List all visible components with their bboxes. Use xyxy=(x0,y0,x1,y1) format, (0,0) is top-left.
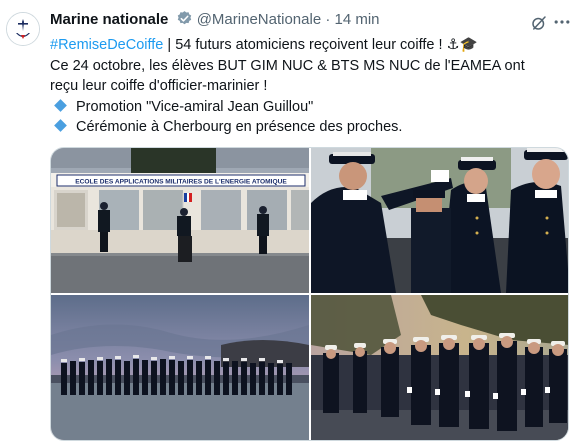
media-grid: ECOLE DES APPLICATIONS MILITAIRES DE L'E… xyxy=(50,147,569,441)
photo-officer-cadets[interactable] xyxy=(311,148,568,293)
tweet-line-1-text: | 54 futurs atomiciens reçoivent leur co… xyxy=(163,37,447,53)
tweet-line-3: reçu leur coiffe d'officier-marinier ! xyxy=(50,78,268,94)
timestamp[interactable]: 14 min xyxy=(335,11,380,28)
tweet-bullet-2: Cérémonie à Cherbourg en présence des pr… xyxy=(50,117,575,138)
tweet-header: Marine nationale @MarineNationale · 14 m… xyxy=(50,10,572,32)
bullet-1-text: Promotion "Vice-amiral Jean Guillou" xyxy=(76,98,314,115)
bullet-2-text: Cérémonie à Cherbourg en présence des pr… xyxy=(76,119,403,135)
tweet-text: #RemiseDeCoiffe | 54 futurs atomiciens r… xyxy=(50,35,575,138)
author-handle[interactable]: @MarineNationale xyxy=(197,11,321,28)
verified-badge-icon xyxy=(176,10,193,31)
photo-school-building[interactable]: ECOLE DES APPLICATIONS MILITAIRES DE L'E… xyxy=(51,148,309,293)
more-options-icon[interactable] xyxy=(552,12,572,37)
author-name[interactable]: Marine nationale xyxy=(50,11,168,28)
grok-icon[interactable] xyxy=(530,14,548,37)
tweet-line-2: Ce 24 octobre, les élèves BUT GIM NUC & … xyxy=(50,57,525,74)
tweet-bullet-1: Promotion "Vice-amiral Jean Guillou" xyxy=(50,97,575,118)
school-banner-text: ECOLE DES APPLICATIONS MILITAIRES DE L'E… xyxy=(75,179,287,186)
photo-marching-ranks[interactable] xyxy=(311,295,568,440)
hashtag-link[interactable]: #RemiseDeCoiffe xyxy=(50,37,163,53)
separator-dot: · xyxy=(325,11,331,28)
avatar[interactable] xyxy=(6,12,40,46)
marine-logo-icon xyxy=(7,13,39,45)
anchor-graduation-emoji: ⚓🎓 xyxy=(446,37,478,53)
photo-formation-dusk[interactable] xyxy=(51,295,309,440)
diamond-bullet-icon xyxy=(54,98,67,112)
diamond-bullet-icon xyxy=(54,119,67,132)
tweet-line-1: #RemiseDeCoiffe | 54 futurs atomiciens r… xyxy=(50,35,575,56)
